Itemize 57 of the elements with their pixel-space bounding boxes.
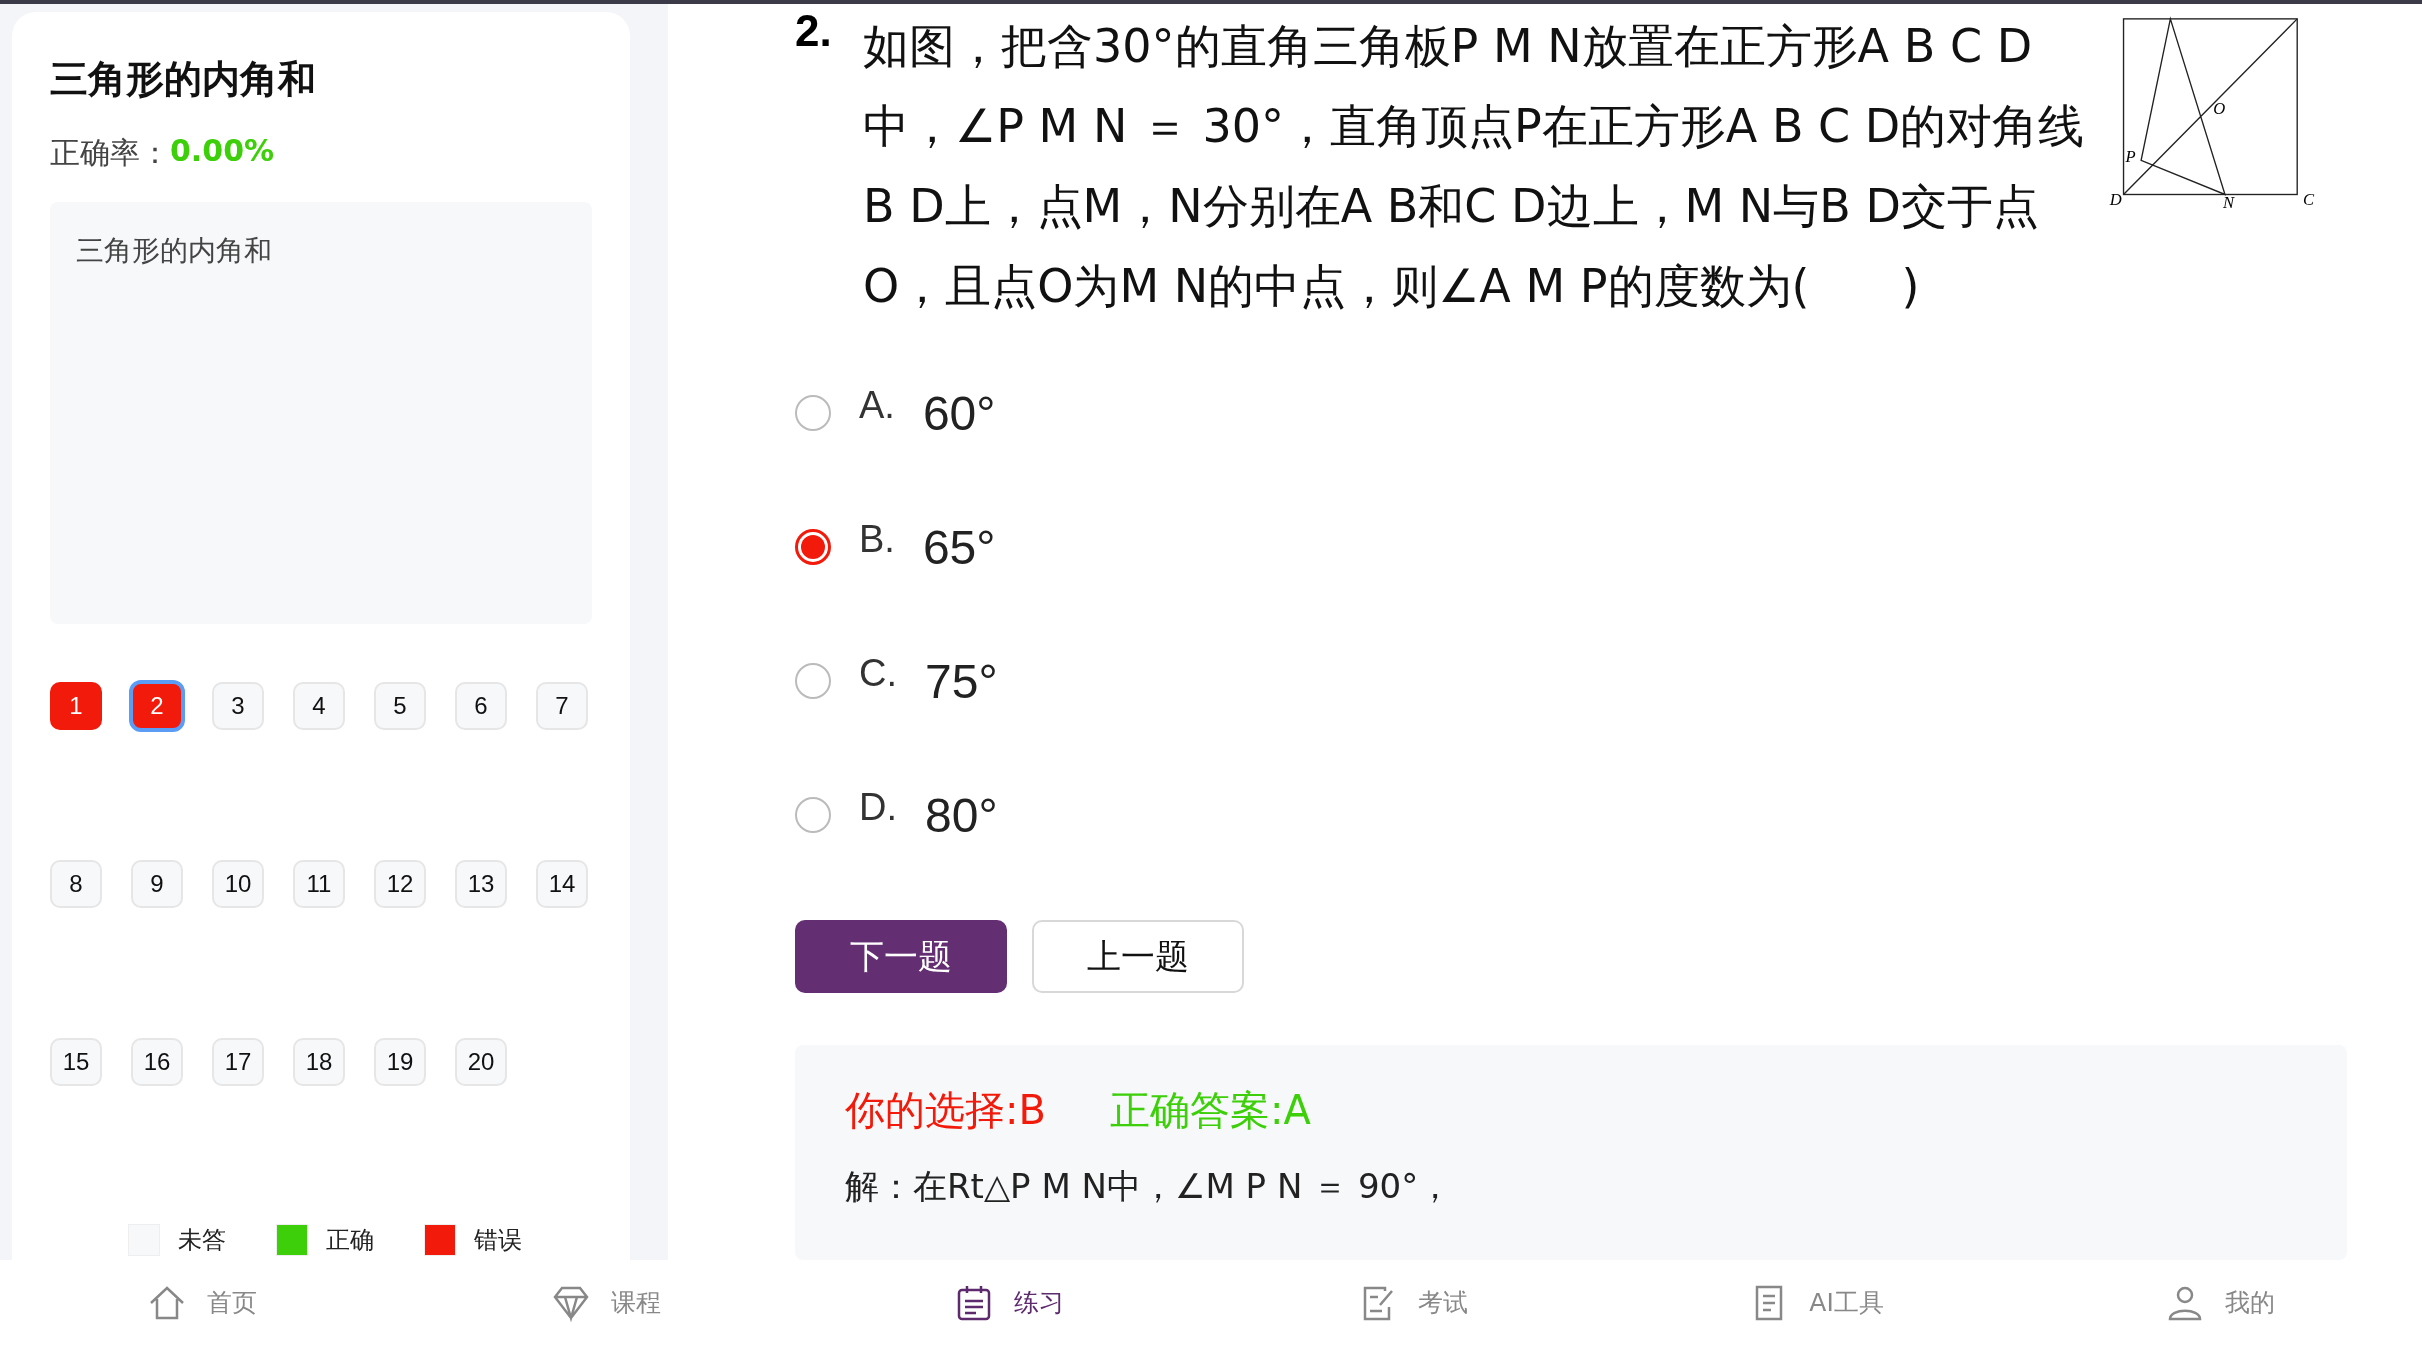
question-number-button[interactable]: 12	[374, 860, 426, 908]
question-number-button[interactable]: 6	[455, 682, 507, 730]
lesson-title: 三角形的内角和	[50, 56, 317, 103]
accuracy-value: 0.00%	[170, 133, 275, 170]
question-number-button[interactable]: 13	[455, 860, 507, 908]
question-number-button[interactable]: 17	[212, 1038, 264, 1086]
question-number-button[interactable]: 10	[212, 860, 264, 908]
question-number-button[interactable]: 1	[50, 682, 102, 730]
question-number-button[interactable]: 11	[293, 860, 345, 908]
nav-tab[interactable]: 练习	[807, 1281, 1211, 1324]
question-number-button[interactable]: 9	[131, 860, 183, 908]
nav-tab[interactable]: 我的	[2018, 1281, 2422, 1324]
question-number-button[interactable]: 7	[536, 682, 588, 730]
nav-tab[interactable]: 首页	[0, 1281, 404, 1324]
option-letter: B.	[859, 517, 895, 561]
correct-answer: 正确答案:A	[1109, 1086, 1311, 1135]
nav-tab[interactable]: 考试	[1211, 1281, 1615, 1324]
radio-button[interactable]	[795, 663, 831, 699]
question-number-button[interactable]: 5	[374, 682, 426, 730]
question-number-button[interactable]: 18	[293, 1038, 345, 1086]
option-text: 75°	[925, 653, 998, 709]
radio-button[interactable]	[795, 529, 831, 565]
question-number-button[interactable]: 15	[50, 1038, 102, 1086]
legend-label: 未答	[178, 1225, 226, 1256]
question-number-button[interactable]: 16	[131, 1038, 183, 1086]
option-text: 60°	[922, 385, 996, 441]
next-button[interactable]: 下一题	[795, 920, 1007, 993]
radio-button[interactable]	[795, 797, 831, 833]
option-text: 80°	[925, 787, 998, 843]
option-text: 65°	[922, 519, 996, 575]
question-number-button[interactable]: 8	[50, 860, 102, 908]
nav-tab[interactable]: 课程	[403, 1281, 808, 1324]
option-letter: C.	[859, 651, 897, 695]
question-number-button[interactable]: 20	[455, 1038, 507, 1086]
question-text: 如图，把含30°的直角三角板P M N放置在正方形A B C D中，∠P M N ＝ 30°，直角顶点P在正方形A B C D的对角线B D上，点M，N分别在A B和C D边上，M N与B D交于点O，且点O为M N的中点，则∠A M P的度数为( )	[863, 18, 2086, 315]
radio-button[interactable]	[795, 395, 831, 431]
legend-label: 错误	[474, 1225, 522, 1256]
option-letter: A.	[859, 383, 895, 427]
point-label: D	[2109, 190, 2122, 210]
previous-button[interactable]: 上一题	[1032, 920, 1244, 993]
question-number-button[interactable]: 14	[536, 860, 588, 908]
description-panel: 三角形的内角和	[50, 202, 592, 624]
your-choice: 你的选择:B	[845, 1086, 1046, 1135]
solution-text: 解：在Rt△P M N中，∠M P N ＝ 90°，	[845, 1165, 1454, 1208]
question-number-button[interactable]: 3	[212, 682, 264, 730]
question-number-button[interactable]: 19	[374, 1038, 426, 1086]
question-number-button[interactable]: 2	[131, 682, 183, 730]
point-label: O	[2213, 98, 2226, 118]
nav-tab[interactable]: AI工具	[1614, 1281, 2019, 1324]
option-letter: D.	[859, 785, 897, 829]
accuracy-label: 正确率：	[50, 134, 170, 172]
point-label: N	[2223, 193, 2235, 213]
legend-label: 正确	[326, 1225, 374, 1256]
question-number: 2.	[795, 6, 833, 57]
point-label: P	[2125, 147, 2136, 167]
question-number-button[interactable]: 4	[293, 682, 345, 730]
point-label: C	[2303, 190, 2315, 210]
